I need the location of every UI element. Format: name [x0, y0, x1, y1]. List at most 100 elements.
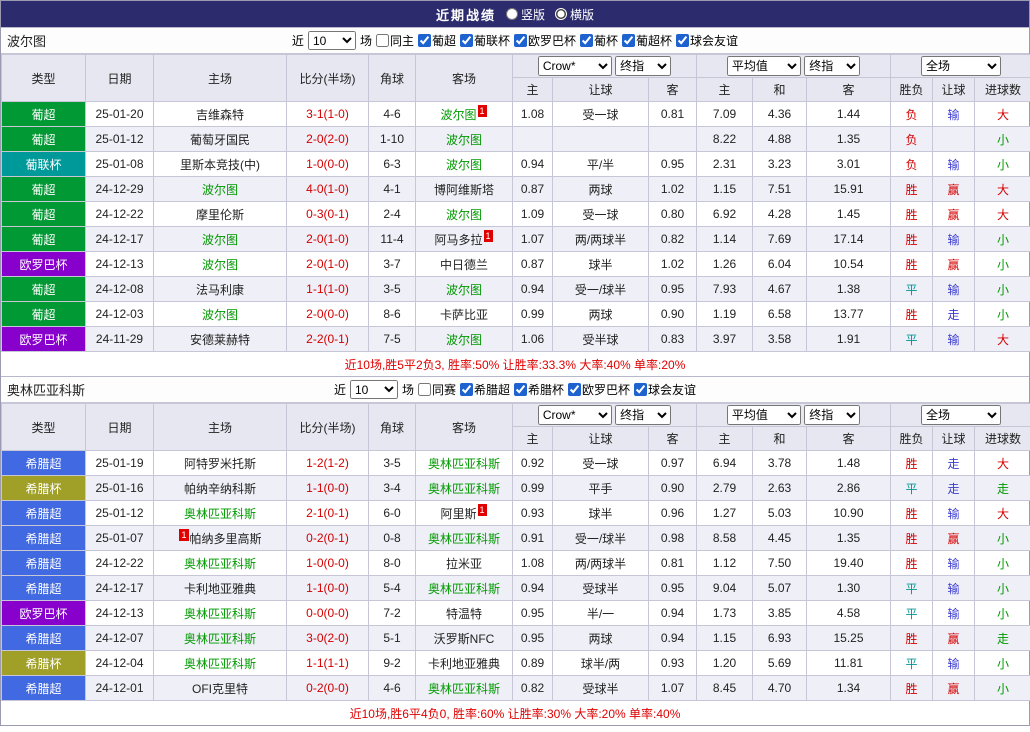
away-team-name[interactable]: 奥林匹亚科斯 [428, 582, 500, 596]
home-team-name[interactable]: 帕纳辛纳科斯 [184, 482, 256, 496]
score[interactable]: 0-3(0-1) [287, 202, 369, 227]
avg-time-select[interactable]: 终指 [804, 56, 860, 76]
away-team-name[interactable]: 沃罗斯NFC [434, 632, 495, 646]
home-team-name[interactable]: 奥林匹亚科斯 [184, 632, 256, 646]
away-team-name[interactable]: 波尔图 [446, 333, 482, 347]
filter-checkbox-球会友谊[interactable]: 球会友谊 [634, 381, 696, 398]
radio-vertical-input[interactable] [506, 8, 518, 20]
filter-checkbox-球会友谊[interactable]: 球会友谊 [676, 32, 738, 49]
away-team-name[interactable]: 阿马多拉 [434, 233, 482, 247]
score[interactable]: 2-0(1-0) [287, 252, 369, 277]
score[interactable]: 1-0(0-0) [287, 152, 369, 177]
home-team-name[interactable]: 葡萄牙国民 [190, 133, 250, 147]
away-team-name[interactable]: 奥林匹亚科斯 [428, 532, 500, 546]
odds-source-select[interactable]: Crow* [538, 405, 612, 425]
away-team-name[interactable]: 奥林匹亚科斯 [428, 682, 500, 696]
filter-checkbox-葡超杯[interactable]: 葡超杯 [622, 32, 672, 49]
filter-checkbox-同主[interactable]: 同主 [376, 32, 414, 49]
odds-source-select[interactable]: Crow* [538, 56, 612, 76]
score[interactable]: 1-1(1-0) [287, 277, 369, 302]
away-team-name[interactable]: 博阿维斯塔 [434, 183, 494, 197]
score[interactable]: 1-0(0-0) [287, 551, 369, 576]
score[interactable]: 2-0(1-0) [287, 227, 369, 252]
avg-odds-select[interactable]: 平均值 [727, 405, 801, 425]
radio-vertical-layout[interactable]: 竖版 [506, 6, 545, 23]
away-team-name[interactable]: 波尔图 [446, 283, 482, 297]
score[interactable]: 4-0(1-0) [287, 177, 369, 202]
home-team-name[interactable]: 吉维森特 [196, 108, 244, 122]
checkbox-input[interactable] [460, 34, 473, 47]
filter-checkbox-葡杯[interactable]: 葡杯 [580, 32, 618, 49]
home-team-name[interactable]: 安德莱赫特 [190, 333, 250, 347]
away-team-name[interactable]: 特温特 [446, 607, 482, 621]
score[interactable]: 2-1(0-1) [287, 501, 369, 526]
away-team-name[interactable]: 波尔图 [440, 108, 476, 122]
home-team-name[interactable]: 帕纳多里高斯 [190, 532, 262, 546]
match-count-select[interactable]: 10 [308, 31, 356, 50]
home-team-name[interactable]: 奥林匹亚科斯 [184, 507, 256, 521]
radio-horizontal-layout[interactable]: 横版 [555, 6, 594, 23]
score[interactable]: 0-2(0-1) [287, 526, 369, 551]
away-team-name[interactable]: 波尔图 [446, 158, 482, 172]
score[interactable]: 1-1(0-0) [287, 476, 369, 501]
checkbox-input[interactable] [676, 34, 689, 47]
avg-time-select[interactable]: 终指 [804, 405, 860, 425]
score[interactable]: 1-1(1-1) [287, 651, 369, 676]
filter-checkbox-希腊杯[interactable]: 希腊杯 [514, 381, 564, 398]
score[interactable]: 1-2(1-2) [287, 451, 369, 476]
checkbox-input[interactable] [568, 383, 581, 396]
match-count-select[interactable]: 10 [350, 380, 398, 399]
away-team-name[interactable]: 波尔图 [446, 208, 482, 222]
scope-select[interactable]: 全场 [921, 405, 1001, 425]
checkbox-input[interactable] [514, 34, 527, 47]
checkbox-input[interactable] [622, 34, 635, 47]
home-team-name[interactable]: 奥林匹亚科斯 [184, 557, 256, 571]
away-team-name[interactable]: 卡萨比亚 [440, 308, 488, 322]
home-team-name[interactable]: 波尔图 [202, 183, 238, 197]
score[interactable]: 2-2(0-1) [287, 327, 369, 352]
filter-checkbox-欧罗巴杯[interactable]: 欧罗巴杯 [514, 32, 576, 49]
odds-time-select[interactable]: 终指 [615, 405, 671, 425]
filter-checkbox-葡超[interactable]: 葡超 [418, 32, 456, 49]
away-team-name[interactable]: 奥林匹亚科斯 [428, 482, 500, 496]
home-team-name[interactable]: 卡利地亚雅典 [184, 582, 256, 596]
filter-checkbox-同赛[interactable]: 同赛 [418, 381, 456, 398]
score[interactable]: 0-2(0-0) [287, 676, 369, 701]
home-team-name[interactable]: 波尔图 [202, 233, 238, 247]
home-team-name[interactable]: 阿特罗米托斯 [184, 457, 256, 471]
checkbox-input[interactable] [460, 383, 473, 396]
scope-select[interactable]: 全场 [921, 56, 1001, 76]
checkbox-input[interactable] [634, 383, 647, 396]
away-team-name[interactable]: 中日德兰 [440, 258, 488, 272]
checkbox-input[interactable] [514, 383, 527, 396]
checkbox-input[interactable] [580, 34, 593, 47]
home-team-name[interactable]: 波尔图 [202, 308, 238, 322]
score[interactable]: 2-0(0-0) [287, 302, 369, 327]
checkbox-input[interactable] [418, 34, 431, 47]
away-team-name[interactable]: 奥林匹亚科斯 [428, 457, 500, 471]
away-team-name[interactable]: 波尔图 [446, 133, 482, 147]
checkbox-input[interactable] [376, 34, 389, 47]
avg-odds-select[interactable]: 平均值 [727, 56, 801, 76]
score[interactable]: 0-0(0-0) [287, 601, 369, 626]
home-team-name[interactable]: 里斯本竞技(中) [180, 158, 260, 172]
score[interactable]: 3-1(1-0) [287, 102, 369, 127]
home-team-name[interactable]: 摩里伦斯 [196, 208, 244, 222]
home-team-name[interactable]: 法马利康 [196, 283, 244, 297]
filter-checkbox-葡联杯[interactable]: 葡联杯 [460, 32, 510, 49]
filter-checkbox-欧罗巴杯[interactable]: 欧罗巴杯 [568, 381, 630, 398]
away-team-name[interactable]: 阿里斯 [440, 507, 476, 521]
score[interactable]: 2-0(2-0) [287, 127, 369, 152]
score[interactable]: 3-0(2-0) [287, 626, 369, 651]
odds-time-select[interactable]: 终指 [615, 56, 671, 76]
home-team-name[interactable]: 奥林匹亚科斯 [184, 607, 256, 621]
home-team-name[interactable]: 奥林匹亚科斯 [184, 657, 256, 671]
filter-checkbox-希腊超[interactable]: 希腊超 [460, 381, 510, 398]
away-team-name[interactable]: 卡利地亚雅典 [428, 657, 500, 671]
checkbox-input[interactable] [418, 383, 431, 396]
radio-horizontal-input[interactable] [555, 8, 567, 20]
home-team-name[interactable]: 波尔图 [202, 258, 238, 272]
home-team-name[interactable]: OFI克里特 [192, 682, 248, 696]
away-team-name[interactable]: 拉米亚 [446, 557, 482, 571]
score[interactable]: 1-1(0-0) [287, 576, 369, 601]
